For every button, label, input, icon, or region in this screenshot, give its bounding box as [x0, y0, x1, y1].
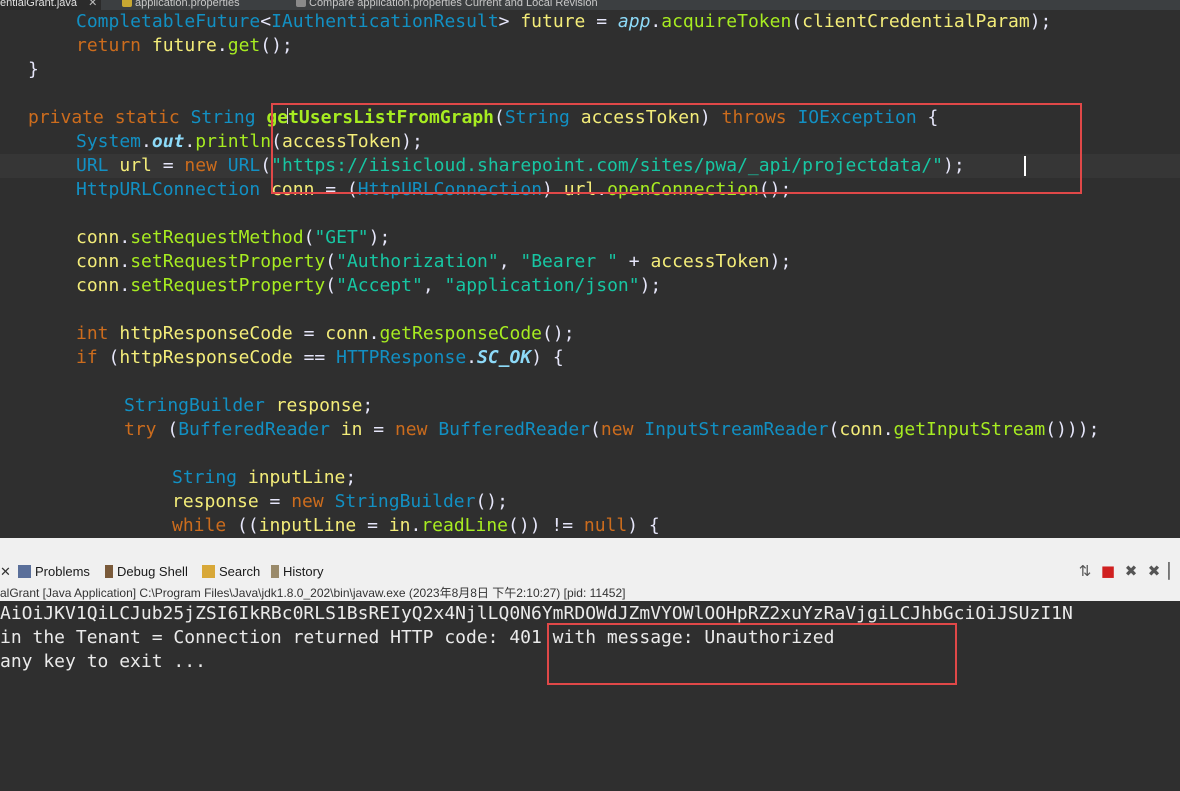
- code-line: System.out.println(accessToken);: [76, 131, 423, 152]
- code-line: int httpResponseCode = conn.getResponseC…: [76, 323, 575, 344]
- close-icon[interactable]: ✕: [88, 0, 97, 9]
- code-line: return future.get();: [76, 35, 293, 56]
- code-line: if (httpResponseCode == HTTPResponse.SC_…: [76, 347, 564, 368]
- editor-tab-java[interactable]: entialGrant.java ✕: [0, 0, 102, 10]
- tab-debug-shell[interactable]: Debug Shell: [105, 564, 188, 580]
- code-line: HttpURLConnection conn = (HttpURLConnect…: [76, 179, 792, 200]
- console-line: any key to exit ...: [0, 651, 206, 672]
- code-line: CompletableFuture<IAuthenticationResult>…: [76, 11, 1052, 32]
- remove-all-terminated-icon[interactable]: ✖: [1145, 562, 1163, 580]
- console-output[interactable]: AiOiJKV1QiLCJub25jZSI6IkRBc0RLS1BsREIyQ2…: [0, 601, 1180, 791]
- console-process-description: alGrant [Java Application] C:\Program Fi…: [0, 585, 1180, 601]
- mouse-ibeam-cursor: [287, 108, 288, 124]
- code-line: conn.setRequestMethod("GET");: [76, 227, 391, 248]
- code-line: response = new StringBuilder();: [172, 491, 508, 512]
- editor-tab-bar: entialGrant.java ✕ application.propertie…: [0, 0, 1180, 10]
- code-line: conn.setRequestProperty("Accept", "appli…: [76, 275, 662, 296]
- text-caret: [1024, 156, 1026, 176]
- editor-tab-label: Compare application.properties Current a…: [309, 0, 598, 9]
- tab-history[interactable]: History: [271, 564, 323, 580]
- remove-launch-icon[interactable]: ✖: [1122, 562, 1140, 580]
- code-line: StringBuilder response;: [124, 395, 374, 416]
- console-toolbar: ✕ Problems Debug Shell Search History ⇅ …: [0, 558, 1180, 585]
- editor-tab-compare[interactable]: Compare application.properties Current a…: [296, 0, 598, 10]
- problems-icon: [18, 565, 31, 578]
- console-line: AiOiJKV1QiLCJub25jZSI6IkRBc0RLS1BsREIyQ2…: [0, 603, 1073, 624]
- properties-file-icon: [122, 0, 132, 7]
- scroll-lock-icon[interactable]: ⇅: [1076, 562, 1094, 580]
- debug-shell-icon: [105, 565, 113, 578]
- tab-problems[interactable]: Problems: [18, 564, 90, 580]
- terminate-icon[interactable]: ■: [1099, 562, 1117, 580]
- code-line: conn.setRequestProperty("Authorization",…: [76, 251, 792, 272]
- search-icon: [202, 565, 215, 578]
- editor-tab-properties[interactable]: application.properties: [122, 0, 240, 10]
- panel-separator: [0, 538, 1180, 558]
- code-line: while ((inputLine = in.readLine()) != nu…: [172, 515, 660, 536]
- code-line: private static String getUsersListFromGr…: [28, 107, 939, 128]
- compare-file-icon: [296, 0, 306, 7]
- code-line: try (BufferedReader in = new BufferedRea…: [124, 419, 1100, 440]
- code-line: }: [28, 59, 39, 80]
- editor-tab-label: application.properties: [135, 0, 240, 9]
- console-line: in the Tenant = Connection returned HTTP…: [0, 627, 835, 648]
- code-line: String inputLine;: [172, 467, 357, 488]
- history-icon: [271, 565, 279, 578]
- code-line: URL url = new URL("https://iisicloud.sha…: [76, 155, 965, 176]
- console-tab-close[interactable]: ✕: [0, 564, 11, 580]
- code-editor[interactable]: CompletableFuture<IAuthenticationResult>…: [0, 10, 1180, 538]
- editor-tab-label: entialGrant.java: [0, 0, 78, 9]
- overflow-icon[interactable]: ▏: [1168, 562, 1180, 580]
- tab-search[interactable]: Search: [202, 564, 260, 580]
